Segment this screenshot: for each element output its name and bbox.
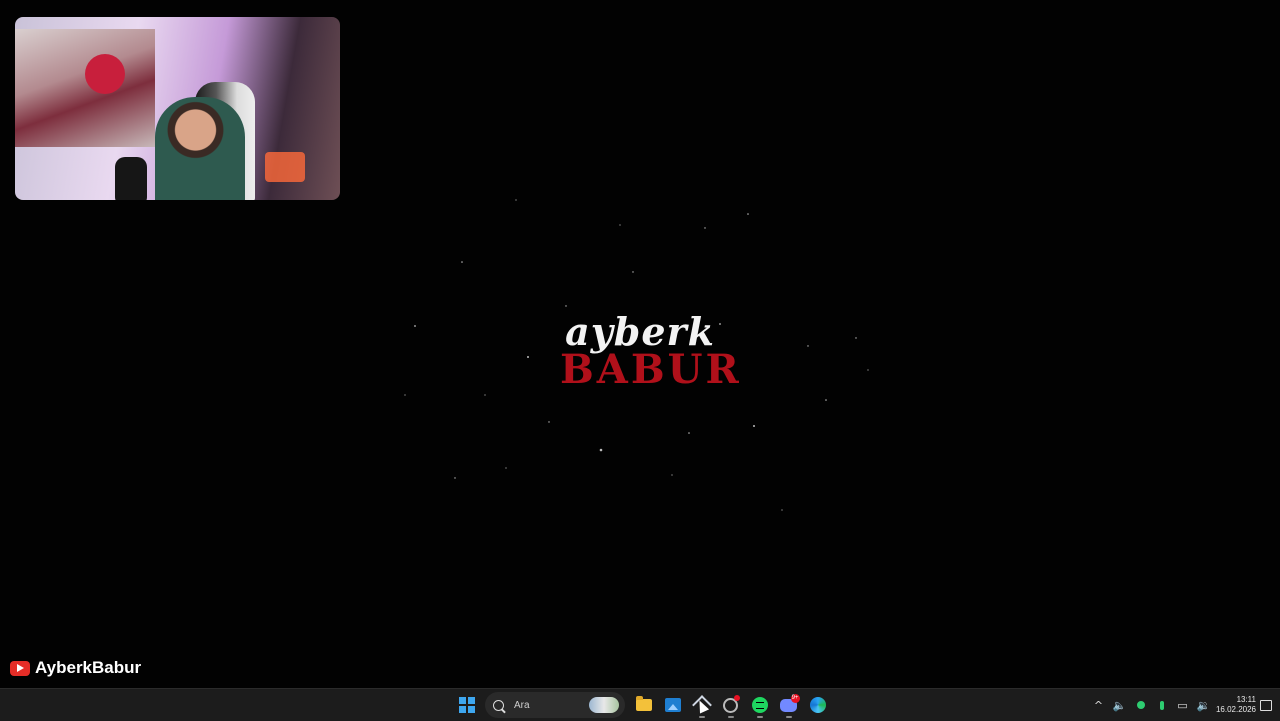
chevron-up-icon: ^ <box>1093 698 1104 712</box>
clock-time: 13:11 <box>1236 695 1256 704</box>
volume-icon: 🔉 <box>1196 698 1211 712</box>
channel-name: AyberkBabur <box>35 658 142 677</box>
spotify-button[interactable] <box>746 691 774 719</box>
audio-app-tray-button[interactable]: 🔈 <box>1109 691 1130 719</box>
channel-tag: AyberkBabur <box>10 658 141 678</box>
clock-date: 16.02.2026 <box>1215 705 1256 714</box>
microphone-tray-button[interactable] <box>1151 691 1172 719</box>
folder-icon <box>635 696 652 711</box>
running-indicator <box>756 716 763 718</box>
circle-app-button[interactable] <box>717 691 745 719</box>
webcam-overlay <box>15 17 340 200</box>
show-hidden-icons-button[interactable]: ^ <box>1088 691 1109 719</box>
windows-start-icon <box>458 697 475 713</box>
wallpaper-logo: ayberk BABUR <box>560 312 742 393</box>
spotify-icon <box>751 697 768 713</box>
photos-button[interactable] <box>659 691 687 719</box>
system-tray: ^ 🔈 ▭ 🔉 13:11 16.02.2026 <box>1088 689 1280 721</box>
file-explorer-button[interactable] <box>630 691 658 719</box>
wall-painting <box>15 29 155 147</box>
running-indicator <box>785 716 792 718</box>
green-status-icon <box>1136 701 1145 709</box>
streamer <box>155 97 245 200</box>
network-icon: ▭ <box>1177 698 1188 712</box>
discord-button[interactable]: 9+ <box>775 691 803 719</box>
running-indicator <box>727 716 734 718</box>
taskbar: Ara 9+ ^ 🔈 ▭ 🔉 13:11 16.02.2026 <box>0 688 1280 721</box>
network-tray-button[interactable]: ▭ <box>1172 691 1193 719</box>
notifications-icon[interactable] <box>1260 699 1272 711</box>
search-highlight-icon <box>589 697 619 713</box>
speaker-wave-icon: 🔈 <box>1112 698 1127 712</box>
clock[interactable]: 13:11 16.02.2026 <box>1214 695 1256 715</box>
microphone-icon <box>1159 700 1164 710</box>
notification-dot <box>733 695 740 701</box>
taskbar-apps: Ara 9+ <box>452 689 832 721</box>
logo-line-babur: BABUR <box>560 346 742 393</box>
start-button[interactable] <box>453 691 481 719</box>
search-icon <box>493 699 504 711</box>
running-indicator <box>698 716 705 718</box>
photos-icon <box>664 698 681 712</box>
edge-button[interactable] <box>804 691 832 719</box>
lamp <box>265 152 305 182</box>
volume-tray-button[interactable]: 🔉 <box>1193 691 1214 719</box>
search-placeholder: Ara <box>514 699 530 711</box>
youtube-icon <box>10 660 30 676</box>
taskbar-search[interactable]: Ara <box>485 692 625 718</box>
discord-badge: 9+ <box>790 694 800 703</box>
status-tray-button[interactable] <box>1130 691 1151 719</box>
edge-icon <box>809 697 826 713</box>
microphone <box>115 157 147 200</box>
